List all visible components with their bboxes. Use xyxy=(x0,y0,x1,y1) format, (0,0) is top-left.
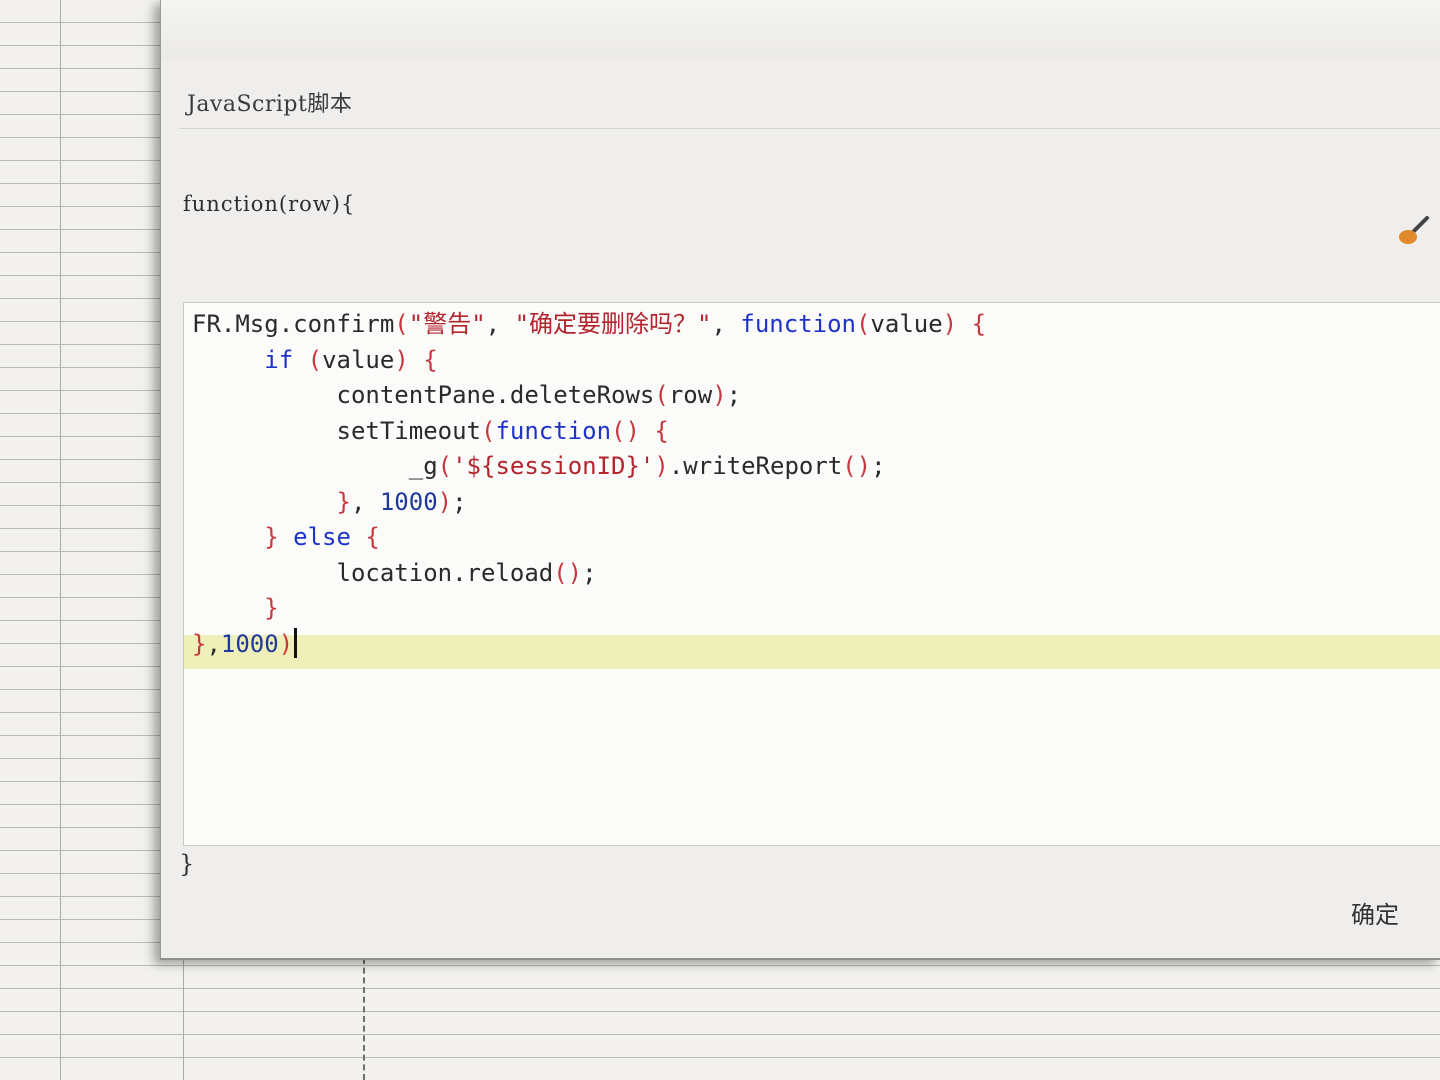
code-line: location.reload(); xyxy=(192,556,986,592)
code-token: 1000 xyxy=(379,487,438,516)
code-token: } xyxy=(264,594,279,622)
code-line: },1000) xyxy=(192,627,986,663)
code-token: value xyxy=(322,345,395,374)
code-token: ; xyxy=(582,558,597,587)
code-token: function xyxy=(495,416,612,445)
code-line: } else { xyxy=(192,520,986,556)
code-token: ( xyxy=(394,310,409,338)
code-token: contentPane.deleteRows xyxy=(192,381,655,409)
spreadsheet-column-line xyxy=(183,958,184,1080)
code-token: ) xyxy=(437,487,453,516)
code-token: } xyxy=(264,523,279,551)
code-token: ) xyxy=(942,310,958,338)
javascript-dialog: JavaScript脚本 function(row){ FR.Msg.confi… xyxy=(160,0,1440,960)
code-token: ) xyxy=(712,381,727,409)
code-token: setTimeout xyxy=(192,416,481,445)
code-token: ) xyxy=(394,345,409,374)
function-signature: function(row){ xyxy=(183,192,356,216)
code-token: "确定要删除吗？" xyxy=(514,310,712,338)
code-token: , xyxy=(350,487,380,516)
code-token: location.reload xyxy=(192,558,554,587)
code-token: { xyxy=(350,523,380,551)
brush-icon-graphic xyxy=(1399,216,1429,244)
code-token: ) xyxy=(654,452,669,480)
code-token: ) xyxy=(278,629,294,658)
code-line: } xyxy=(192,591,986,627)
code-token: , xyxy=(485,310,515,338)
code-token: () xyxy=(553,558,583,587)
code-token: ; xyxy=(452,487,467,516)
code-token: } xyxy=(192,629,207,658)
code-token: { xyxy=(639,416,669,445)
code-token: '${sessionID}' xyxy=(452,452,655,480)
code-token: row xyxy=(668,381,713,409)
code-token: ; xyxy=(726,381,742,409)
code-line: setTimeout(function() { xyxy=(192,414,986,450)
code-token: ; xyxy=(871,452,886,480)
code-token: } xyxy=(336,487,351,516)
code-token: ( xyxy=(293,345,323,374)
code-line: FR.Msg.confirm("警告", "确定要删除吗？", function… xyxy=(192,307,986,343)
closing-brace: } xyxy=(179,850,195,878)
code-token: ( xyxy=(437,452,453,480)
code-token: , xyxy=(711,310,741,338)
ok-button[interactable]: 确定 xyxy=(1351,886,1431,938)
code-token: value xyxy=(870,310,943,338)
code-token: ( xyxy=(480,416,496,445)
code-token: if xyxy=(264,345,294,374)
code-token: function xyxy=(740,310,856,338)
brush-icon[interactable] xyxy=(1397,212,1440,248)
code-content: FR.Msg.confirm("警告", "确定要删除吗？", function… xyxy=(192,307,986,662)
code-token: else xyxy=(293,523,351,551)
dialog-top-area xyxy=(161,0,1440,60)
dialog-title: JavaScript脚本 xyxy=(187,92,353,117)
dialog-title-bar: JavaScript脚本 xyxy=(179,76,1440,129)
code-token: 1000 xyxy=(220,629,279,658)
code-token: .writeReport xyxy=(668,452,843,480)
code-token: FR.Msg.confirm xyxy=(192,310,395,338)
code-line: contentPane.deleteRows(row); xyxy=(192,378,986,414)
code-token: _g xyxy=(192,452,438,480)
code-token: ( xyxy=(855,310,871,338)
text-caret xyxy=(294,627,298,658)
page-break-dashed-line xyxy=(363,958,365,1080)
code-token: "警告" xyxy=(408,310,486,338)
code-token: () xyxy=(611,416,640,445)
code-token: { xyxy=(408,345,438,374)
code-line: if (value) { xyxy=(192,343,986,379)
code-line: }, 1000); xyxy=(192,485,986,521)
code-token: ( xyxy=(654,381,669,409)
code-line: _g('${sessionID}').writeReport(); xyxy=(192,449,986,485)
code-token: , xyxy=(206,629,221,658)
code-editor[interactable]: FR.Msg.confirm("警告", "确定要删除吗？", function… xyxy=(183,302,1440,846)
code-token: () xyxy=(842,452,872,480)
code-token: { xyxy=(957,310,987,338)
